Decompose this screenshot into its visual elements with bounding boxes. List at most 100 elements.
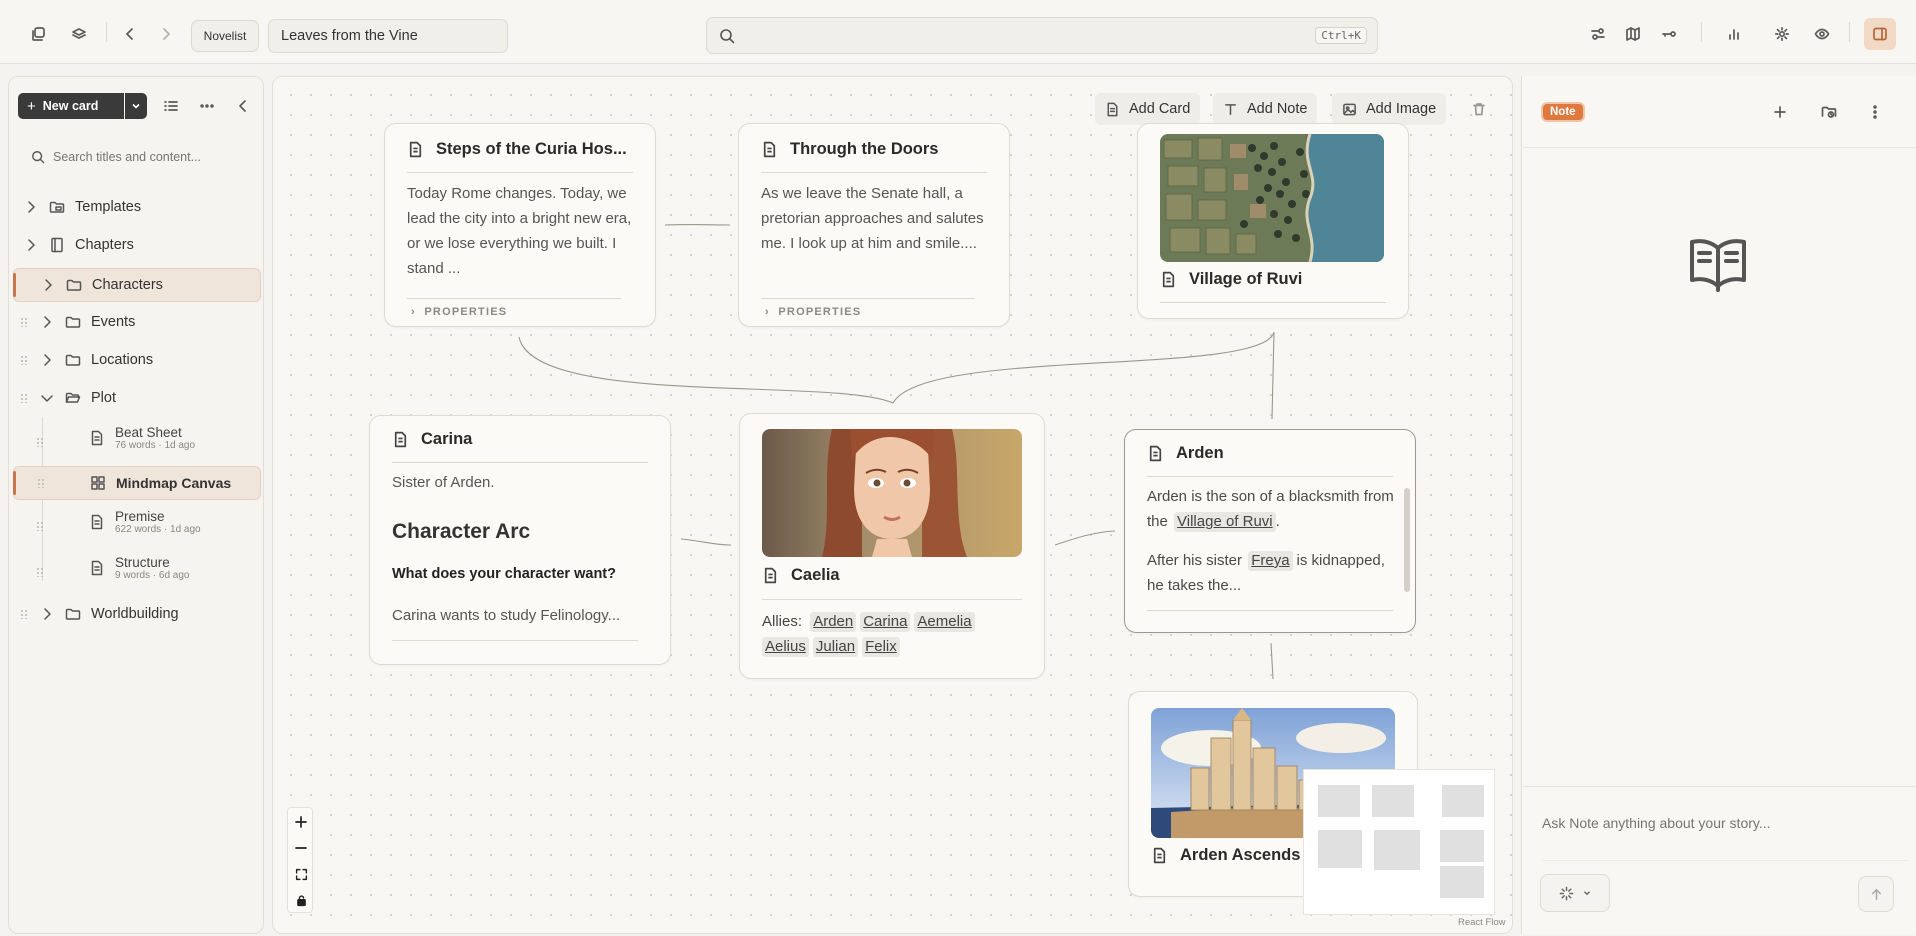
ask-note-input[interactable] bbox=[1542, 810, 1892, 836]
new-card-dropdown-button[interactable] bbox=[125, 93, 147, 119]
eye-icon[interactable] bbox=[1810, 22, 1834, 46]
sidebar-item-label: Events bbox=[91, 314, 136, 330]
card-title-text: Through the Doors bbox=[790, 140, 939, 158]
character-link[interactable]: Freya bbox=[1248, 551, 1293, 571]
send-button[interactable] bbox=[1858, 876, 1894, 912]
location-link[interactable]: Village of Ruvi bbox=[1174, 512, 1276, 532]
edge[interactable] bbox=[518, 336, 894, 404]
edge[interactable] bbox=[1271, 331, 1275, 420]
sidebar-item-worldbuilding[interactable]: Worldbuilding bbox=[13, 597, 261, 631]
sidebar: + New card Templates Chapters Characters bbox=[8, 76, 264, 934]
edge[interactable] bbox=[680, 538, 732, 546]
mindmap-canvas[interactable]: Add Card Add Note Add Image Steps of the… bbox=[272, 76, 1513, 934]
search-shortcut-hint: Ctrl+K bbox=[1315, 27, 1367, 44]
ally-link[interactable]: Aemelia bbox=[914, 612, 975, 632]
more-vertical-icon[interactable] bbox=[1863, 100, 1887, 124]
card-scrollbar[interactable] bbox=[1404, 488, 1410, 592]
sidebar-item-characters[interactable]: Characters bbox=[13, 268, 261, 302]
card-through-the-doors[interactable]: Through the Doors As we leave the Senate… bbox=[738, 123, 1010, 327]
drag-handle-icon[interactable] bbox=[38, 478, 44, 488]
collapse-sidebar-icon[interactable] bbox=[231, 94, 255, 118]
edge[interactable] bbox=[1270, 642, 1274, 680]
app-badge[interactable]: Novelist bbox=[191, 20, 259, 52]
ally-link[interactable]: Julian bbox=[812, 637, 859, 657]
add-note-button[interactable]: Add Note bbox=[1213, 93, 1318, 125]
gear-icon[interactable] bbox=[1770, 22, 1794, 46]
ally-link[interactable]: Arden bbox=[810, 612, 857, 632]
drag-handle-icon[interactable] bbox=[21, 355, 27, 365]
ally-link[interactable]: Carina bbox=[860, 612, 911, 632]
sidebar-item-label: Beat Sheet bbox=[115, 425, 182, 440]
card-carina[interactable]: Carina Sister of Arden. Character Arc Wh… bbox=[369, 415, 671, 665]
layers-icon[interactable] bbox=[67, 22, 91, 46]
caelia-portrait-image bbox=[762, 429, 1022, 557]
folder-icon bbox=[65, 606, 81, 622]
card-text: After his sister bbox=[1147, 552, 1243, 569]
card-title-text: Village of Ruvi bbox=[1189, 270, 1303, 288]
drag-handle-icon[interactable] bbox=[37, 437, 43, 447]
plus-icon: + bbox=[27, 97, 36, 115]
edge[interactable] bbox=[892, 331, 1275, 404]
card-heading: Character Arc bbox=[392, 520, 531, 543]
global-search[interactable]: Ctrl+K bbox=[706, 17, 1378, 54]
drag-handle-icon[interactable] bbox=[37, 567, 43, 577]
card-arden[interactable]: Arden Arden is the son of a blacksmith f… bbox=[1124, 429, 1416, 633]
map-icon[interactable] bbox=[1621, 22, 1645, 46]
more-options-icon[interactable] bbox=[195, 94, 219, 118]
sidebar-item-label: Chapters bbox=[75, 237, 134, 253]
chevron-left-icon[interactable] bbox=[118, 22, 142, 46]
fit-view-icon[interactable] bbox=[289, 862, 313, 886]
properties-label: PROPERTIES bbox=[424, 306, 508, 318]
sidebar-item-templates[interactable]: Templates bbox=[13, 190, 261, 224]
plus-icon[interactable] bbox=[1768, 100, 1792, 124]
chevron-right-icon[interactable] bbox=[154, 22, 178, 46]
sidebar-item-chapters[interactable]: Chapters bbox=[13, 228, 261, 262]
arrow-up-icon bbox=[1871, 888, 1881, 900]
zoom-in-icon[interactable] bbox=[289, 810, 313, 834]
sidebar-item-locations[interactable]: Locations bbox=[13, 343, 261, 377]
new-card-button[interactable]: + New card bbox=[18, 93, 124, 119]
add-card-button[interactable]: Add Card bbox=[1095, 93, 1201, 125]
key-icon[interactable] bbox=[1657, 22, 1681, 46]
card-steps-of-the-curia[interactable]: Steps of the Curia Hos... Today Rome cha… bbox=[384, 123, 656, 327]
sidebar-item-mindmap-canvas[interactable]: Mindmap Canvas bbox=[13, 466, 261, 500]
properties-toggle[interactable]: › PROPERTIES bbox=[765, 306, 861, 318]
allies-label: Allies: bbox=[762, 613, 803, 630]
copy-icon[interactable] bbox=[26, 22, 50, 46]
ally-link[interactable]: Aelius bbox=[762, 637, 809, 657]
properties-toggle[interactable]: › PROPERTIES bbox=[411, 306, 507, 318]
zoom-out-icon[interactable] bbox=[289, 836, 313, 860]
history-folder-icon[interactable] bbox=[1817, 100, 1841, 124]
stats-chart-icon[interactable] bbox=[1722, 22, 1746, 46]
sidebar-search-input[interactable] bbox=[53, 145, 253, 169]
sidebar-item-structure[interactable]: Structure 9 words · 6d ago bbox=[13, 554, 261, 590]
toggle-right-panel-button[interactable] bbox=[1864, 18, 1896, 50]
chevron-right-icon bbox=[39, 606, 55, 622]
drag-handle-icon[interactable] bbox=[21, 393, 27, 403]
card-village-of-ruvi[interactable]: Village of Ruvi bbox=[1137, 123, 1409, 319]
card-title: Village of Ruvi bbox=[1160, 270, 1302, 289]
add-image-button[interactable]: Add Image bbox=[1332, 93, 1447, 125]
list-view-icon[interactable] bbox=[159, 94, 183, 118]
timeline-icon[interactable] bbox=[1586, 22, 1610, 46]
document-icon bbox=[394, 431, 407, 448]
sidebar-item-events[interactable]: Events bbox=[13, 305, 261, 339]
sidebar-item-premise[interactable]: Premise 622 words · 1d ago bbox=[13, 508, 261, 544]
card-title-text: Carina bbox=[421, 430, 473, 448]
card-caelia[interactable]: Caelia Allies: Arden Carina Aemelia Aelius J… bbox=[739, 413, 1045, 679]
minimap[interactable] bbox=[1303, 769, 1495, 915]
drag-handle-icon[interactable] bbox=[37, 521, 43, 531]
ally-link[interactable]: Felix bbox=[862, 637, 900, 657]
react-flow-attribution[interactable]: React Flow bbox=[1458, 917, 1506, 928]
sidebar-item-plot[interactable]: Plot bbox=[13, 381, 261, 415]
note-assistant-badge[interactable]: Note bbox=[1541, 102, 1585, 122]
trash-icon[interactable] bbox=[1467, 97, 1491, 121]
drag-handle-icon[interactable] bbox=[21, 609, 27, 619]
edge[interactable] bbox=[1054, 530, 1116, 546]
sidebar-item-beat-sheet[interactable]: Beat Sheet 76 words · 1d ago bbox=[13, 424, 261, 460]
lock-icon[interactable] bbox=[289, 888, 313, 912]
project-name-field[interactable]: Leaves from the Vine bbox=[268, 19, 508, 53]
drag-handle-icon[interactable] bbox=[21, 317, 27, 327]
model-selector[interactable] bbox=[1540, 874, 1610, 912]
zoom-controls bbox=[287, 807, 313, 913]
